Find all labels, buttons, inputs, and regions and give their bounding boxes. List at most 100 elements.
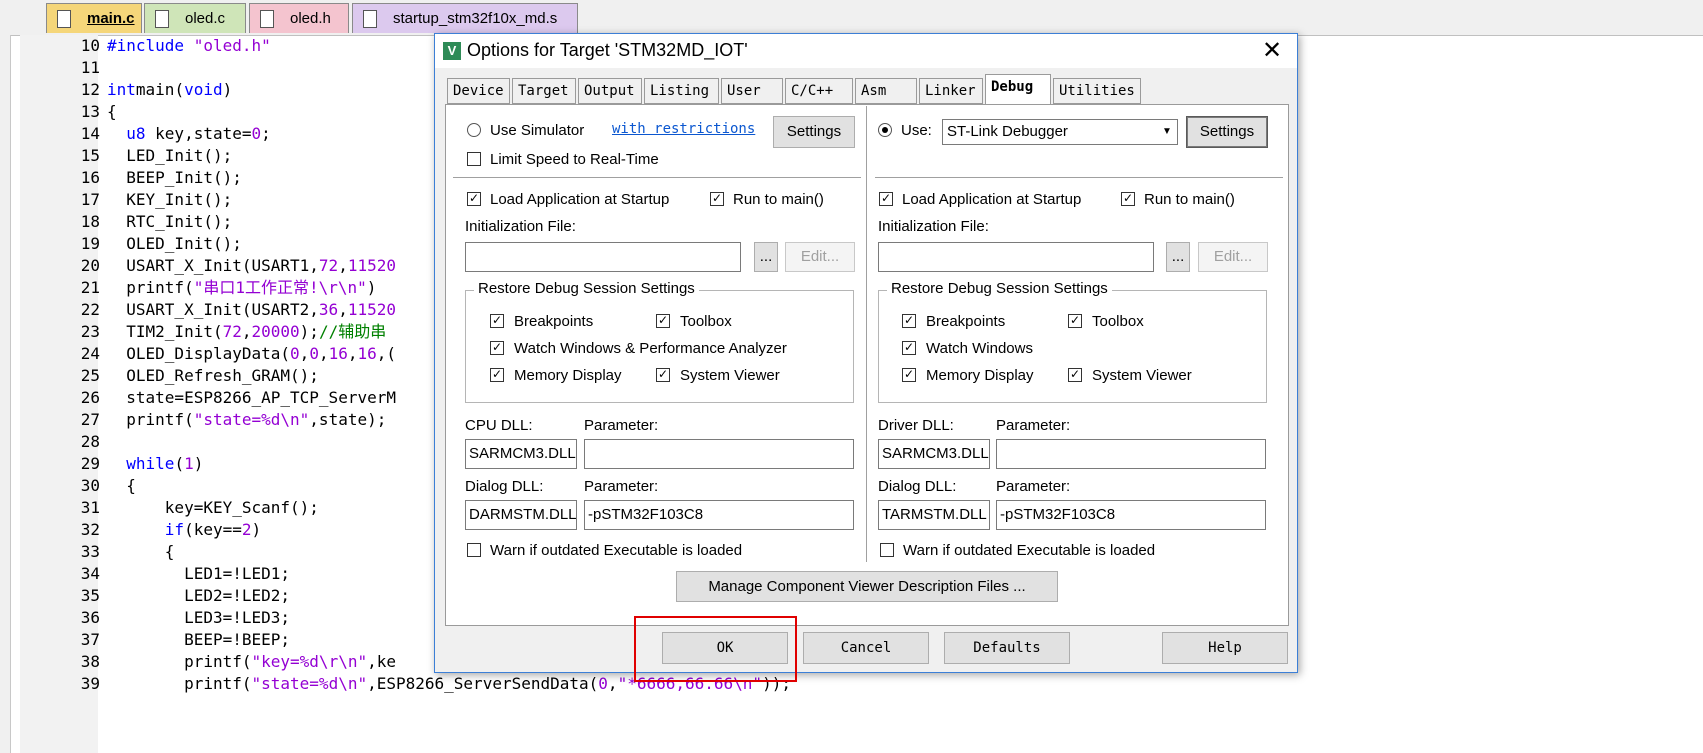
code-text: OLED_Init();	[107, 233, 242, 255]
use-simulator-radio[interactable]	[467, 123, 481, 137]
driver-dll-input[interactable]: SARMCM3.DLL	[878, 439, 990, 469]
memory-display-label-right: Memory Display	[926, 367, 1034, 384]
system-viewer-label: System Viewer	[680, 367, 780, 384]
memory-display-checkbox[interactable]: ✓	[490, 368, 504, 382]
cpu-dll-input[interactable]: SARMCM3.DLL	[465, 439, 577, 469]
cpu-dll-label: CPU DLL:	[465, 417, 533, 434]
code-token: ,ESP8266_ServerSendData(	[367, 674, 599, 693]
warn-outdated-checkbox[interactable]	[467, 543, 481, 557]
code-token: //辅助串	[318, 322, 387, 341]
line-number: 31	[80, 498, 100, 517]
file-tab-startup[interactable]: startup_stm32f10x_md.s	[352, 3, 578, 33]
cpu-param-input[interactable]	[584, 439, 854, 469]
tab-listing[interactable]: Listing	[644, 78, 719, 104]
tab-asm[interactable]: Asm	[855, 78, 917, 104]
system-viewer-label-right: System Viewer	[1092, 367, 1192, 384]
init-file-input[interactable]	[465, 242, 741, 272]
tab-output[interactable]: Output	[578, 78, 642, 104]
line-number: 24	[80, 344, 100, 363]
init-file-edit-button[interactable]: Edit...	[785, 242, 855, 272]
manage-component-viewer-button[interactable]: Manage Component Viewer Description File…	[676, 571, 1058, 602]
code-token: ,	[338, 300, 348, 319]
code-token: "oled.h"	[193, 36, 271, 55]
code-token: int	[107, 80, 136, 99]
run-to-main-checkbox[interactable]: ✓	[710, 192, 724, 206]
simulator-settings-button[interactable]: Settings	[773, 116, 855, 148]
run-to-main-label-right: Run to main()	[1144, 191, 1235, 208]
defaults-button[interactable]: Defaults	[944, 632, 1070, 664]
code-text: TIM2_Init(72,20000);//辅助串	[107, 321, 386, 343]
use-label: Use:	[901, 122, 932, 139]
use-debugger-radio[interactable]	[878, 123, 892, 137]
load-app-checkbox[interactable]: ✓	[467, 192, 481, 206]
close-icon[interactable]: ✕	[1257, 36, 1287, 65]
code-token: ,(	[376, 344, 397, 363]
driver-dll-label: Driver DLL:	[878, 417, 954, 434]
restrictions-link[interactable]: with restrictions	[612, 121, 755, 137]
tab-target[interactable]: Target	[512, 78, 576, 104]
code-token: ,	[241, 322, 252, 341]
system-viewer-checkbox[interactable]: ✓	[656, 368, 670, 382]
code-text: LED_Init();	[107, 145, 232, 167]
load-app-checkbox-right[interactable]: ✓	[879, 192, 893, 206]
dialog-param-input[interactable]: -pSTM32F103C8	[584, 500, 854, 530]
toolbox-checkbox[interactable]: ✓	[656, 314, 670, 328]
debugger-settings-button[interactable]: Settings	[1186, 116, 1268, 148]
code-text: intmain(void)	[107, 79, 232, 101]
memory-display-checkbox-right[interactable]: ✓	[902, 368, 916, 382]
driver-param-input[interactable]	[996, 439, 1266, 469]
file-tab-label: oled.c	[185, 10, 226, 27]
limit-speed-checkbox[interactable]	[467, 152, 481, 166]
code-token: 72	[318, 256, 339, 275]
breakpoints-checkbox[interactable]: ✓	[490, 314, 504, 328]
watch-windows-checkbox[interactable]: ✓	[490, 341, 504, 355]
tab-user[interactable]: User	[721, 78, 783, 104]
tab-linker[interactable]: Linker	[919, 78, 983, 104]
code-text: {	[107, 101, 117, 123]
debugger-select[interactable]: ST-Link Debugger ▼	[942, 119, 1178, 145]
line-number: 32	[80, 520, 100, 539]
code-text: OLED_Refresh_GRAM();	[107, 365, 319, 387]
code-token: OLED_Init();	[107, 234, 242, 253]
code-token: while	[126, 454, 175, 473]
file-tab-main-c[interactable]: main.c	[46, 3, 142, 33]
code-token: USART_X_Init(USART1,	[107, 256, 319, 275]
chevron-down-icon[interactable]: ▼	[1157, 120, 1177, 144]
run-to-main-checkbox-right[interactable]: ✓	[1121, 192, 1135, 206]
tab-utilities[interactable]: Utilities	[1053, 78, 1141, 104]
code-token: "state=%d\n"	[251, 674, 368, 693]
dialog-dll-input-right[interactable]: TARMSTM.DLL	[878, 500, 990, 530]
watch-windows-checkbox-right[interactable]: ✓	[902, 341, 916, 355]
file-icon	[260, 9, 274, 28]
code-text: {	[107, 475, 136, 497]
file-icon	[155, 9, 169, 28]
init-file-browse-button-right[interactable]: ...	[1166, 242, 1190, 272]
driver-param-label: Parameter:	[996, 417, 1071, 434]
code-text: while(1)	[107, 453, 203, 475]
watch-windows-label: Watch Windows & Performance Analyzer	[514, 340, 787, 357]
cancel-button[interactable]: Cancel	[803, 632, 929, 664]
restore-settings-title: Restore Debug Session Settings	[474, 280, 699, 297]
code-token: RTC_Init();	[107, 212, 233, 231]
run-to-main-label: Run to main()	[733, 191, 824, 208]
breakpoints-checkbox-right[interactable]: ✓	[902, 314, 916, 328]
code-token: )	[366, 278, 377, 297]
file-tab-oled-c[interactable]: oled.c	[144, 3, 246, 33]
file-tab-oled-h[interactable]: oled.h	[249, 3, 349, 33]
dialog-param-input-right[interactable]: -pSTM32F103C8	[996, 500, 1266, 530]
tab-cpp[interactable]: C/C++	[785, 78, 853, 104]
toolbox-checkbox-right[interactable]: ✓	[1068, 314, 1082, 328]
init-file-input-right[interactable]	[878, 242, 1154, 272]
init-file-browse-button[interactable]: ...	[754, 242, 778, 272]
code-token: BEEP=!BEEP;	[107, 630, 291, 649]
help-button[interactable]: Help	[1162, 632, 1288, 664]
init-file-edit-button-right[interactable]: Edit...	[1198, 242, 1268, 272]
tab-debug[interactable]: Debug	[985, 74, 1051, 105]
code-token: {	[107, 102, 117, 121]
code-token: printf(	[107, 278, 194, 297]
warn-outdated-checkbox-right[interactable]	[880, 543, 894, 557]
system-viewer-checkbox-right[interactable]: ✓	[1068, 368, 1082, 382]
tab-device[interactable]: Device	[447, 78, 510, 104]
dialog-dll-input[interactable]: DARMSTM.DLL	[465, 500, 577, 530]
